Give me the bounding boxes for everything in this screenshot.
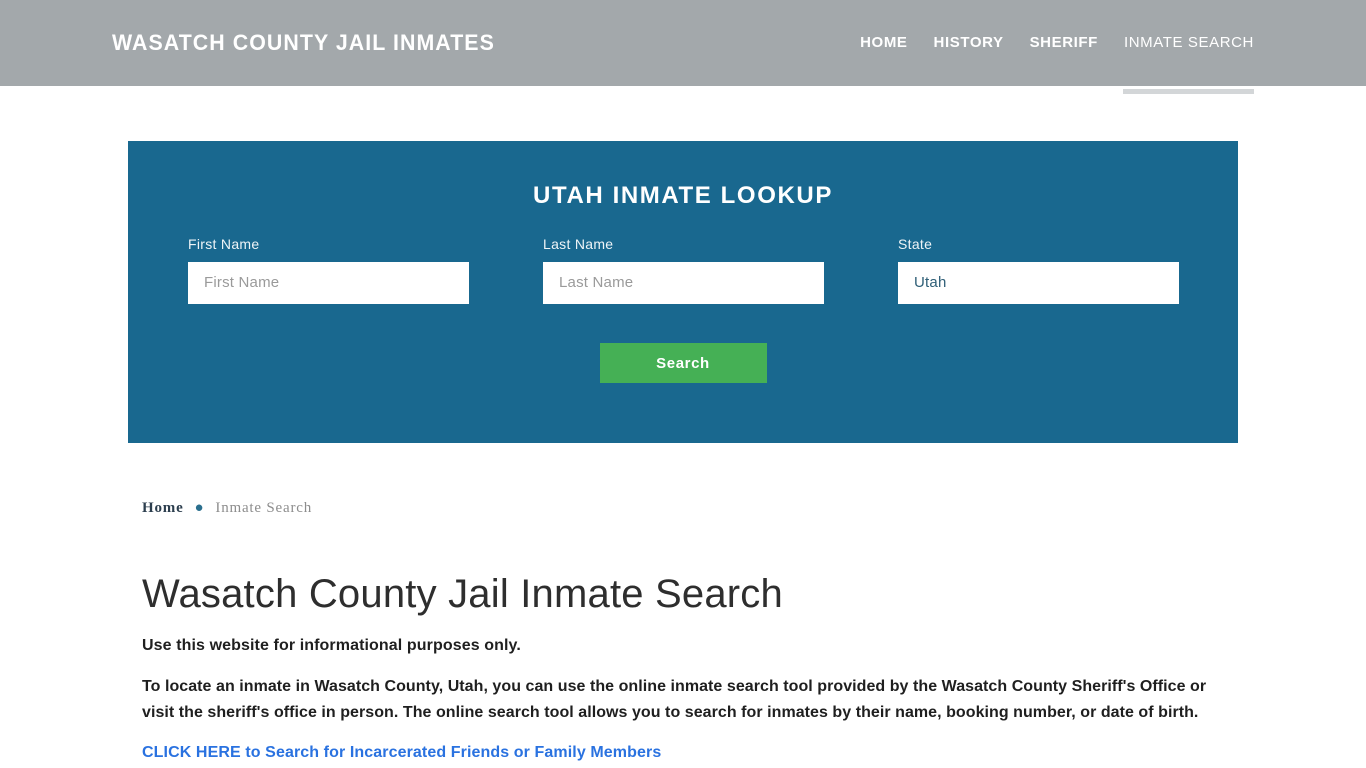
inmate-lookup-panel: Utah Inmate Lookup First Name Last Name … [128, 141, 1238, 443]
page-paragraph: To locate an inmate in Wasatch County, U… [142, 678, 1207, 721]
breadcrumb-current: Inmate Search [215, 500, 313, 516]
active-nav-underline [1122, 89, 1254, 94]
field-first-name: First Name [188, 236, 543, 304]
last-name-label: Last Name [543, 236, 614, 252]
inmate-search-cta-link[interactable]: CLICK HERE to Search for Incarcerated Fr… [142, 744, 661, 762]
page-content: Home ● Inmate Search Wasatch County Jail… [142, 500, 1232, 762]
state-label: State [898, 236, 933, 252]
first-name-label: First Name [188, 236, 260, 252]
nav-item-home[interactable]: Home [847, 0, 920, 86]
breadcrumb-home-link[interactable]: Home [142, 500, 184, 517]
nav-item-inmate-search-label: Inmate Search [1123, 34, 1254, 51]
nav-item-inmate-search[interactable]: Inmate Search [1111, 0, 1254, 94]
field-state: State Utah [898, 236, 1253, 304]
state-select[interactable]: Utah [898, 262, 1179, 304]
page-lede: Use this website for informational purpo… [142, 637, 521, 654]
lookup-panel-title: Utah Inmate Lookup [533, 182, 833, 209]
last-name-input[interactable] [543, 262, 824, 304]
site-header: Wasatch County Jail Inmates Home History… [0, 0, 1366, 94]
breadcrumb: Home ● Inmate Search [142, 500, 1232, 517]
search-button-row: Search [128, 304, 1238, 383]
lookup-form-row: First Name Last Name State Utah [128, 210, 1238, 304]
search-button[interactable]: Search [599, 343, 767, 383]
field-last-name: Last Name [543, 236, 898, 304]
nav-item-history[interactable]: History [921, 0, 1017, 86]
first-name-input[interactable] [188, 262, 469, 304]
nav-item-sheriff[interactable]: Sheriff [1017, 0, 1111, 86]
site-logo[interactable]: Wasatch County Jail Inmates [112, 30, 495, 56]
main-navigation: Home History Sheriff Inmate Search [847, 0, 1254, 94]
breadcrumb-separator-icon: ● [194, 500, 205, 516]
page-title: Wasatch County Jail Inmate Search [142, 572, 783, 616]
